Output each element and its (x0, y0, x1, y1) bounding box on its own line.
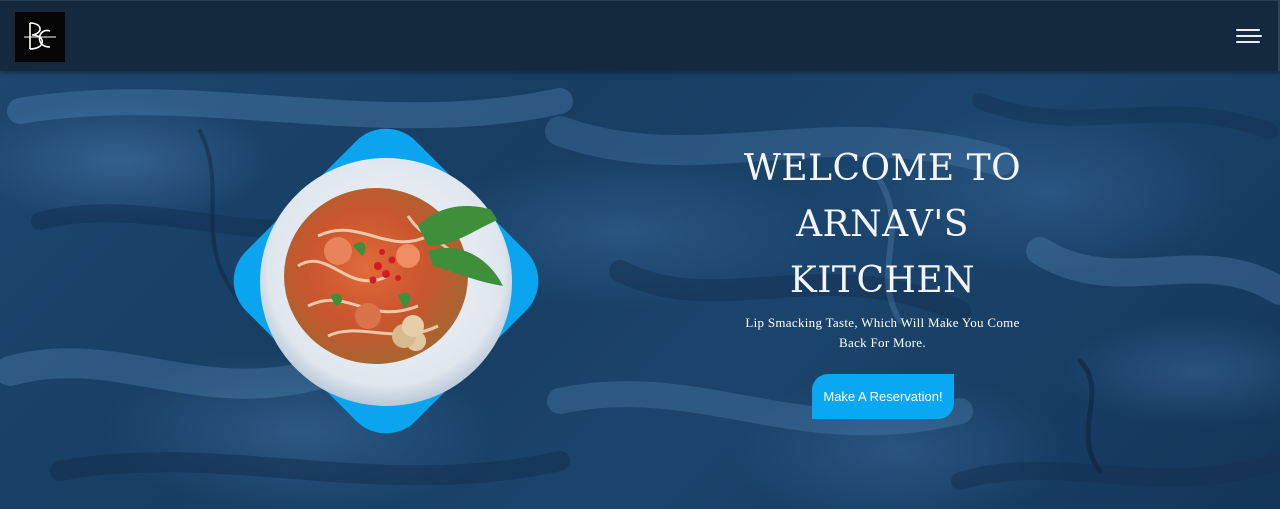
welcome-text-block: WELCOME TO ARNAV'S KITCHEN Lip Smacking … (740, 141, 1025, 353)
hero-subtitle: Lip Smacking Taste, Which Will Make You … (745, 315, 1020, 350)
hero-title: WELCOME TO ARNAV'S KITCHEN (743, 148, 1022, 301)
brand-logo[interactable] (15, 12, 65, 62)
brush-texture-background (0, 88, 1280, 490)
top-navbar (0, 0, 1280, 71)
logo-monogram-icon (24, 22, 56, 50)
make-reservation-button[interactable]: Make A Reservation! (812, 374, 954, 419)
food-bowl-image (260, 158, 512, 406)
hero-section: WELCOME TO ARNAV'S KITCHEN Lip Smacking … (0, 71, 1280, 509)
hamburger-menu-icon[interactable] (1236, 28, 1262, 46)
